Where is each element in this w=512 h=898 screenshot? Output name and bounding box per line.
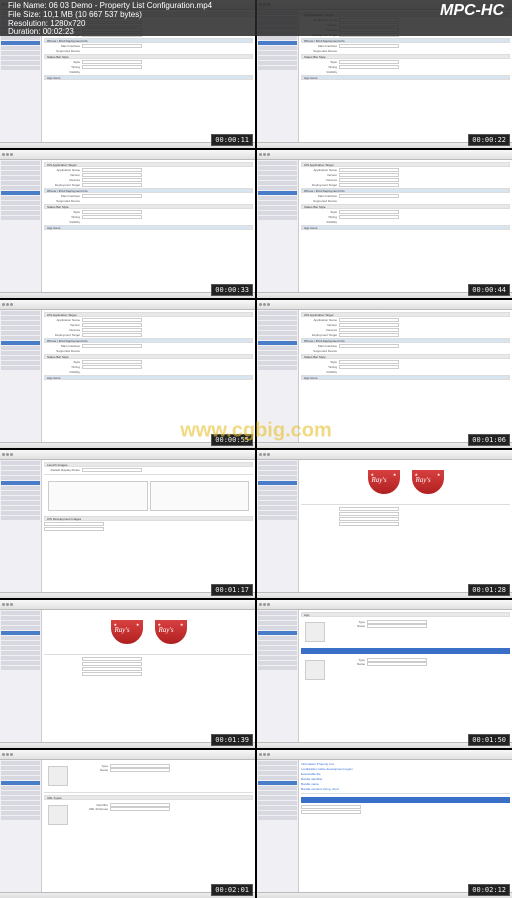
timecode-label: 00:02:01: [211, 884, 253, 896]
thumbnail-tile[interactable]: App Type Name Type Name: [257, 600, 512, 748]
duration-label: Duration:: [8, 27, 40, 36]
thumbnail-tile[interactable]: ★★ ★★ 00:01:39: [0, 600, 255, 748]
section-app-icons: App Icons: [44, 75, 253, 80]
sidebar-item-selected[interactable]: [1, 41, 40, 45]
url-schemes-label: URL Schemes: [72, 807, 108, 811]
thumbnail-tile[interactable]: iOS Application Target Application Name …: [257, 150, 512, 298]
image-placeholder-icon[interactable]: [305, 622, 325, 642]
timecode-label: 00:02:12: [468, 884, 510, 896]
section-app: App: [301, 612, 510, 617]
plist-key[interactable]: Bundle versions string, short: [301, 787, 339, 791]
form-field-main[interactable]: [82, 44, 142, 48]
image-well[interactable]: [48, 481, 148, 511]
form-label-tint: Tinting: [44, 65, 80, 69]
file-name-label: File Name:: [8, 1, 47, 10]
url-icon-placeholder[interactable]: [48, 805, 68, 825]
form-field-tint[interactable]: [82, 65, 142, 69]
rays-logo-icon: ★★: [410, 468, 446, 496]
timecode-label: 00:00:55: [211, 434, 253, 446]
section-status-bar: Status Bar Style: [44, 54, 253, 59]
file-size-label: File Size:: [8, 10, 41, 19]
section-ipod: iPhone / iPod Deployment Info: [44, 38, 253, 43]
timecode-label: 00:01:06: [468, 434, 510, 446]
video-info-overlay: File Name: 06 03 Demo - Property List Co…: [0, 0, 512, 36]
thumbnail-tile[interactable]: iOS Application Target Application Name …: [0, 300, 255, 448]
timecode-label: 00:00:11: [211, 134, 253, 146]
thumbnail-tile[interactable]: iOS Application Target Application Name …: [257, 300, 512, 448]
timecode-label: 00:01:17: [211, 584, 253, 596]
plist-key[interactable]: Bundle identifier: [301, 777, 323, 781]
thumbnail-tile[interactable]: ★★ ★★ 00:01:28: [257, 450, 512, 598]
resolution-label: Resolution:: [8, 19, 48, 28]
form-label-orient: Supported Device Orientations: [44, 49, 80, 53]
sidebar-item-selected[interactable]: [258, 41, 297, 45]
resolution-value: 1280x720: [50, 19, 85, 28]
selection-bar[interactable]: [301, 648, 510, 654]
plist-key[interactable]: Executable file: [301, 772, 321, 776]
file-name-value: 06 03 Demo - Property List Configuration…: [49, 1, 212, 10]
plist-key[interactable]: Information Property List: [301, 762, 334, 766]
url-types-section: URL Types: [44, 795, 253, 800]
selected-plist-row[interactable]: [301, 797, 510, 803]
thumbnail-tile[interactable]: Information Property List Localization n…: [257, 750, 512, 898]
timecode-label: 00:01:50: [468, 734, 510, 746]
thumbnail-grid: iOS Application Target Application Name …: [0, 0, 512, 898]
launch-images-section: Launch Images: [44, 462, 253, 467]
timecode-label: 00:01:39: [211, 734, 253, 746]
rays-logo-icon: ★★: [109, 618, 145, 646]
timecode-label: 00:01:28: [468, 584, 510, 596]
duration-value: 00:02:23: [43, 27, 74, 36]
thumbnail-tile[interactable]: Launch Images Default Display Picker iOS…: [0, 450, 255, 598]
file-size-value: 10,1 MB (10 667 537 bytes): [43, 10, 142, 19]
image-well[interactable]: [150, 481, 250, 511]
thumbnail-tile[interactable]: Type Name URL Types Identifier URL Schem…: [0, 750, 255, 898]
app-name: MPC-HC: [440, 2, 504, 34]
app-icons-preview: ★★ ★★: [44, 612, 253, 652]
thumbnail-tile[interactable]: iOS Application Target Application Name …: [0, 150, 255, 298]
plist-key[interactable]: Localization native development region: [301, 767, 353, 771]
timecode-label: 00:00:44: [468, 284, 510, 296]
timecode-label: 00:00:22: [468, 134, 510, 146]
rays-logo-icon: ★★: [366, 468, 402, 496]
rays-logo-icon: ★★: [153, 618, 189, 646]
form-label-style: Style: [44, 60, 80, 64]
timecode-label: 00:00:33: [211, 284, 253, 296]
app-icons-preview: ★★ ★★: [301, 462, 510, 502]
image-placeholder-icon[interactable]: [48, 766, 68, 786]
form-label-vis: Visibility: [44, 70, 80, 74]
form-field-style[interactable]: [82, 60, 142, 64]
form-label-name: Name: [329, 624, 365, 628]
form-label-main: Main Interface: [44, 44, 80, 48]
image-placeholder-icon[interactable]: [305, 660, 325, 680]
plist-key[interactable]: Bundle name: [301, 782, 319, 786]
